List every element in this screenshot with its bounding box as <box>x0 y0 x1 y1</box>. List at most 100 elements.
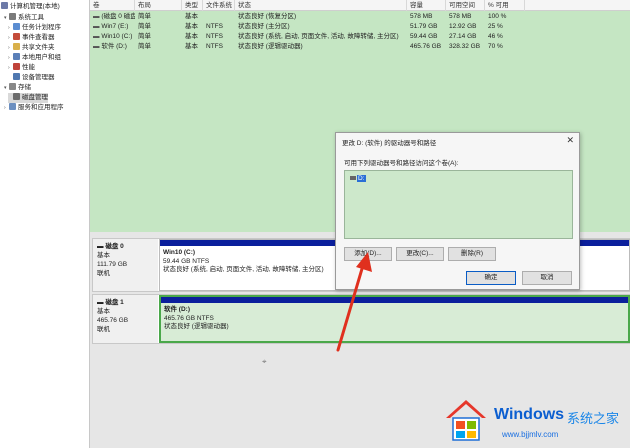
disk-0-type: 基本 <box>97 252 110 259</box>
table-cell: 51.79 GB <box>410 23 438 30</box>
table-row[interactable]: ▬ Win10 (C:) 简单 基本 NTFS 状态良好 (系统, 启动, 页面文件, … <box>90 32 630 42</box>
table-cell: 简单 <box>138 33 151 40</box>
column-header[interactable]: 可用空间 <box>446 0 485 11</box>
table-cell: 27.14 GB <box>449 33 477 40</box>
disk-1-label: ▬ 磁盘 1 基本 465.76 GB 联机 <box>93 295 158 343</box>
mouse-cursor-icon: ⌖ <box>262 357 267 366</box>
table-cell: ▬ 软件 (D:) <box>90 42 135 52</box>
table-row[interactable]: ▬ Win7 (E:) 简单 基本 NTFS 状态良好 (主分区) 51.79 GB 12.… <box>90 22 630 32</box>
tree-item[interactable]: 磁盘管理 <box>8 93 48 103</box>
table-row[interactable]: ▬ 软件 (D:) 简单 基本 NTFS 状态良好 (逻辑驱动器) 465.76 GB 32… <box>90 42 630 52</box>
tree-item[interactable]: › 共享文件夹 <box>8 43 55 53</box>
dialog-description: 可用下列驱动器号和路径访问这个卷(A): <box>344 160 459 167</box>
tree-item-label: 任务计划程序 <box>22 24 61 31</box>
remove-button[interactable]: 删除(R) <box>448 247 496 261</box>
windows-house-logo-icon <box>446 400 486 441</box>
tree-item-label: 共享文件夹 <box>22 44 55 51</box>
task-scheduler-icon <box>13 23 20 30</box>
partition-c-status: 状态良好 (系统, 启动, 页面文件, 活动, 故障转储, 主分区) <box>163 266 324 273</box>
dialog-title: 更改 D: (软件) 的驱动器号和路径 <box>342 140 437 147</box>
table-cell: 简单 <box>138 43 151 50</box>
table-cell: 基本 <box>185 33 198 40</box>
table-cell: ▬ Win7 (E:) <box>90 22 135 32</box>
column-header[interactable]: 容量 <box>407 0 446 11</box>
disk-0-label: ▬ 磁盘 0 基本 111.79 GB 联机 <box>93 239 158 291</box>
tree-item[interactable]: ▾ 系统工具 <box>4 13 44 23</box>
table-cell: 100 % <box>488 13 507 20</box>
tree-item-label: 磁盘管理 <box>22 94 48 101</box>
navigation-tree: 计算机管理(本地) ▾ 系统工具 › 任务计划程序 › 事件查看器 › 共享文件夹 › 本地用户和组… <box>0 0 90 448</box>
column-header[interactable]: 状态 <box>235 0 407 11</box>
disk-0-status: 联机 <box>97 270 110 277</box>
disk-0-name: 磁盘 0 <box>105 243 124 250</box>
device-manager-icon <box>13 73 20 80</box>
partition-d[interactable]: 软件 (D:) 465.76 GB NTFS 状态良好 (逻辑驱动器) <box>159 295 630 343</box>
tree-item[interactable]: 计算机管理(本地) <box>0 2 60 12</box>
tree-item-label: 性能 <box>22 64 35 71</box>
table-cell: 25 % <box>488 23 503 30</box>
drive-path-item[interactable]: D: <box>348 174 368 184</box>
partition-d-detail: 465.76 GB NTFS <box>164 314 214 322</box>
drive-path-list[interactable]: D: <box>344 170 573 239</box>
table-cell: NTFS <box>206 23 223 30</box>
table-cell: 基本 <box>185 43 198 50</box>
tree-item[interactable]: › 服务和应用程序 <box>4 103 64 113</box>
volume-list-header: 卷布局 类型 文件系统 状态 容量 可用空间% 可用 <box>90 0 630 11</box>
table-cell: 状态良好 (恢复分区) <box>238 13 297 20</box>
table-cell: 46 % <box>488 33 503 40</box>
performance-icon <box>13 63 20 70</box>
partition-d-bar <box>161 297 628 303</box>
column-header[interactable]: 卷 <box>90 0 135 11</box>
volume-name: Win10 (C:) <box>101 33 133 40</box>
tree-item-label: 存储 <box>18 84 31 91</box>
close-icon[interactable]: ✕ <box>566 135 574 146</box>
tree-item-label: 设备管理器 <box>22 74 55 81</box>
tree-item[interactable]: ▾ 存储 <box>4 83 31 93</box>
event-viewer-icon <box>13 33 20 40</box>
drive-icon <box>350 176 356 180</box>
column-header[interactable]: 文件系统 <box>203 0 235 11</box>
ok-button[interactable]: 确定 <box>466 271 516 285</box>
disk-1-status: 联机 <box>97 326 110 333</box>
table-cell: 465.76 GB <box>410 43 442 50</box>
watermark-logo: Windows 系统之家 www.bjjmlv.com <box>436 394 630 448</box>
table-cell: 578 MB <box>449 13 472 20</box>
column-header[interactable]: % 可用 <box>485 0 525 11</box>
disk-management-icon <box>13 93 20 100</box>
table-cell: NTFS <box>206 33 223 40</box>
table-cell: 59.44 GB <box>410 33 438 40</box>
tree-item[interactable]: › 本地用户和组 <box>8 53 61 63</box>
table-cell: NTFS <box>206 43 223 50</box>
watermark-url: www.bjjmlv.com <box>502 430 559 439</box>
tree-item[interactable]: 设备管理器 <box>8 73 55 83</box>
table-cell: ▬ (磁盘 0 磁盘分区 2) <box>90 12 135 22</box>
watermark-title: Windows <box>494 406 565 423</box>
partition-c-detail: 59.44 GB NTFS <box>163 257 210 265</box>
table-cell: 基本 <box>185 13 198 20</box>
table-cell: 状态良好 (逻辑驱动器) <box>238 43 303 50</box>
column-header[interactable]: 布局 <box>135 0 182 11</box>
disk-1-name: 磁盘 1 <box>105 299 124 306</box>
partition-d-title: 软件 (D:) <box>164 306 190 313</box>
change-button[interactable]: 更改(C)... <box>396 247 444 261</box>
users-icon <box>13 53 20 60</box>
tree-item[interactable]: › 事件查看器 <box>8 33 55 43</box>
computer-management-icon <box>1 2 8 9</box>
cancel-button[interactable]: 取消 <box>522 271 572 285</box>
disk-1-type: 基本 <box>97 308 110 315</box>
tree-item[interactable]: › 性能 <box>8 63 35 73</box>
services-icon <box>9 103 16 110</box>
tree-item[interactable]: › 任务计划程序 <box>8 23 61 33</box>
table-cell <box>203 12 235 22</box>
red-arrow-icon <box>336 252 372 352</box>
tree-item-label: 事件查看器 <box>22 34 55 41</box>
volume-name: Win7 (E:) <box>101 23 129 30</box>
column-header[interactable]: 类型 <box>182 0 203 11</box>
volume-name: (磁盘 0 磁盘分区 2) <box>101 13 135 20</box>
table-cell: 12.92 GB <box>449 23 477 30</box>
drive-path-label: D: <box>357 175 366 182</box>
table-cell: 状态良好 (系统, 启动, 页面文件, 活动, 故障转储, 主分区) <box>238 33 399 40</box>
table-cell: 简单 <box>138 13 151 20</box>
tree-item-label: 系统工具 <box>18 14 44 21</box>
table-row[interactable]: ▬ (磁盘 0 磁盘分区 2)简单 基本 状态良好 (恢复分区) 578 MB 578 … <box>90 12 630 22</box>
